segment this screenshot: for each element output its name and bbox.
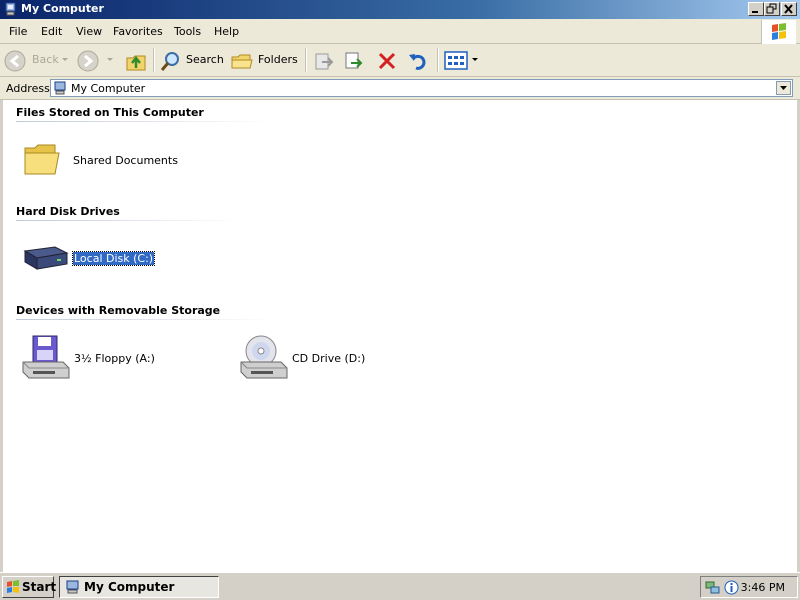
windows-flag-icon — [7, 580, 19, 593]
undo-button[interactable] — [405, 48, 431, 73]
views-button[interactable] — [444, 48, 480, 73]
network-icon[interactable] — [705, 580, 721, 595]
menu-edit[interactable]: Edit — [41, 25, 62, 38]
cd-drive-icon — [240, 335, 288, 379]
move-to-icon — [315, 53, 334, 70]
address-field[interactable]: My Computer — [50, 79, 793, 97]
info-icon[interactable] — [724, 580, 739, 595]
menu-bar: File Edit View Favorites Tools Help — [0, 19, 800, 44]
menu-help[interactable]: Help — [214, 25, 239, 38]
system-tray: 3:46 PM — [700, 576, 798, 598]
taskbar-button-my-computer[interactable]: My Computer — [59, 576, 219, 598]
search-icon — [160, 52, 179, 71]
up-folder-icon — [126, 55, 146, 71]
group-divider — [16, 220, 241, 221]
back-button[interactable]: Back — [4, 48, 68, 73]
forward-dropdown-icon — [107, 58, 113, 61]
delete-icon — [378, 52, 396, 70]
group-header-hard-disks: Hard Disk Drives — [16, 205, 120, 218]
forward-arrow-icon — [77, 50, 99, 72]
clock[interactable]: 3:46 PM — [741, 581, 785, 594]
menu-file[interactable]: File — [9, 25, 27, 38]
group-divider — [16, 319, 271, 320]
start-button[interactable]: Start — [2, 576, 57, 598]
cd-drive-item[interactable]: CD Drive (D:) — [237, 334, 407, 384]
standard-toolbar: Back Search Folders — [0, 44, 800, 77]
back-arrow-icon — [4, 50, 26, 72]
floppy-drive-item[interactable]: 3½ Floppy (A:) — [19, 334, 189, 384]
close-button[interactable] — [781, 2, 797, 16]
address-value: My Computer — [71, 82, 146, 95]
shared-documents-item[interactable]: Shared Documents — [21, 140, 191, 184]
item-label: Shared Documents — [73, 154, 178, 167]
address-dropdown-button[interactable] — [776, 81, 791, 95]
group-header-removable: Devices with Removable Storage — [16, 304, 221, 317]
start-label: Start — [22, 580, 57, 594]
forward-button[interactable] — [77, 48, 117, 73]
my-computer-icon — [5, 2, 16, 16]
folders-label: Folders — [258, 53, 298, 66]
windows-logo — [761, 20, 796, 44]
windows-flag-icon — [772, 23, 786, 40]
group-header-files: Files Stored on This Computer — [16, 106, 204, 119]
search-button[interactable]: Search — [159, 48, 224, 73]
chevron-down-icon — [780, 86, 787, 90]
title-bar[interactable]: My Computer — [0, 0, 800, 19]
restore-button[interactable] — [764, 2, 780, 16]
my-computer-icon — [66, 580, 79, 594]
window-title: My Computer — [21, 2, 104, 15]
toolbar-separator — [153, 48, 155, 72]
views-dropdown-icon — [472, 58, 478, 61]
group-divider — [16, 121, 271, 122]
task-label: My Computer — [84, 580, 175, 594]
back-dropdown-icon — [62, 58, 68, 61]
copy-to-button[interactable] — [341, 48, 367, 73]
item-label: CD Drive (D:) — [292, 352, 366, 365]
file-view: Files Stored on This Computer Shared Doc… — [0, 100, 800, 572]
floppy-drive-icon — [22, 335, 70, 379]
up-folder-button[interactable] — [123, 48, 149, 73]
delete-button[interactable] — [374, 48, 400, 73]
menu-view[interactable]: View — [76, 25, 102, 38]
local-disk-item[interactable]: Local Disk (C:) — [19, 241, 189, 281]
address-label: Address — [6, 82, 50, 95]
move-to-button[interactable] — [311, 48, 337, 73]
item-label: Local Disk (C:) — [71, 251, 156, 266]
views-icon — [444, 51, 468, 70]
taskbar: Start My Computer 3:46 PM — [0, 572, 800, 600]
my-computer-icon — [54, 81, 66, 95]
item-label: 3½ Floppy (A:) — [74, 352, 155, 365]
search-label: Search — [186, 53, 224, 66]
back-label: Back — [32, 53, 59, 66]
minimize-button[interactable] — [748, 2, 764, 16]
toolbar-separator — [305, 48, 307, 72]
menu-tools[interactable]: Tools — [174, 25, 201, 38]
folders-button[interactable]: Folders — [230, 48, 300, 73]
menu-favorites[interactable]: Favorites — [113, 25, 163, 38]
hard-disk-icon — [23, 246, 69, 270]
toolbar-separator — [437, 48, 439, 72]
folder-icon — [24, 144, 60, 175]
undo-icon — [409, 54, 426, 70]
address-bar: Address My Computer — [0, 77, 800, 100]
folders-icon — [231, 54, 253, 69]
copy-to-icon — [345, 52, 363, 69]
